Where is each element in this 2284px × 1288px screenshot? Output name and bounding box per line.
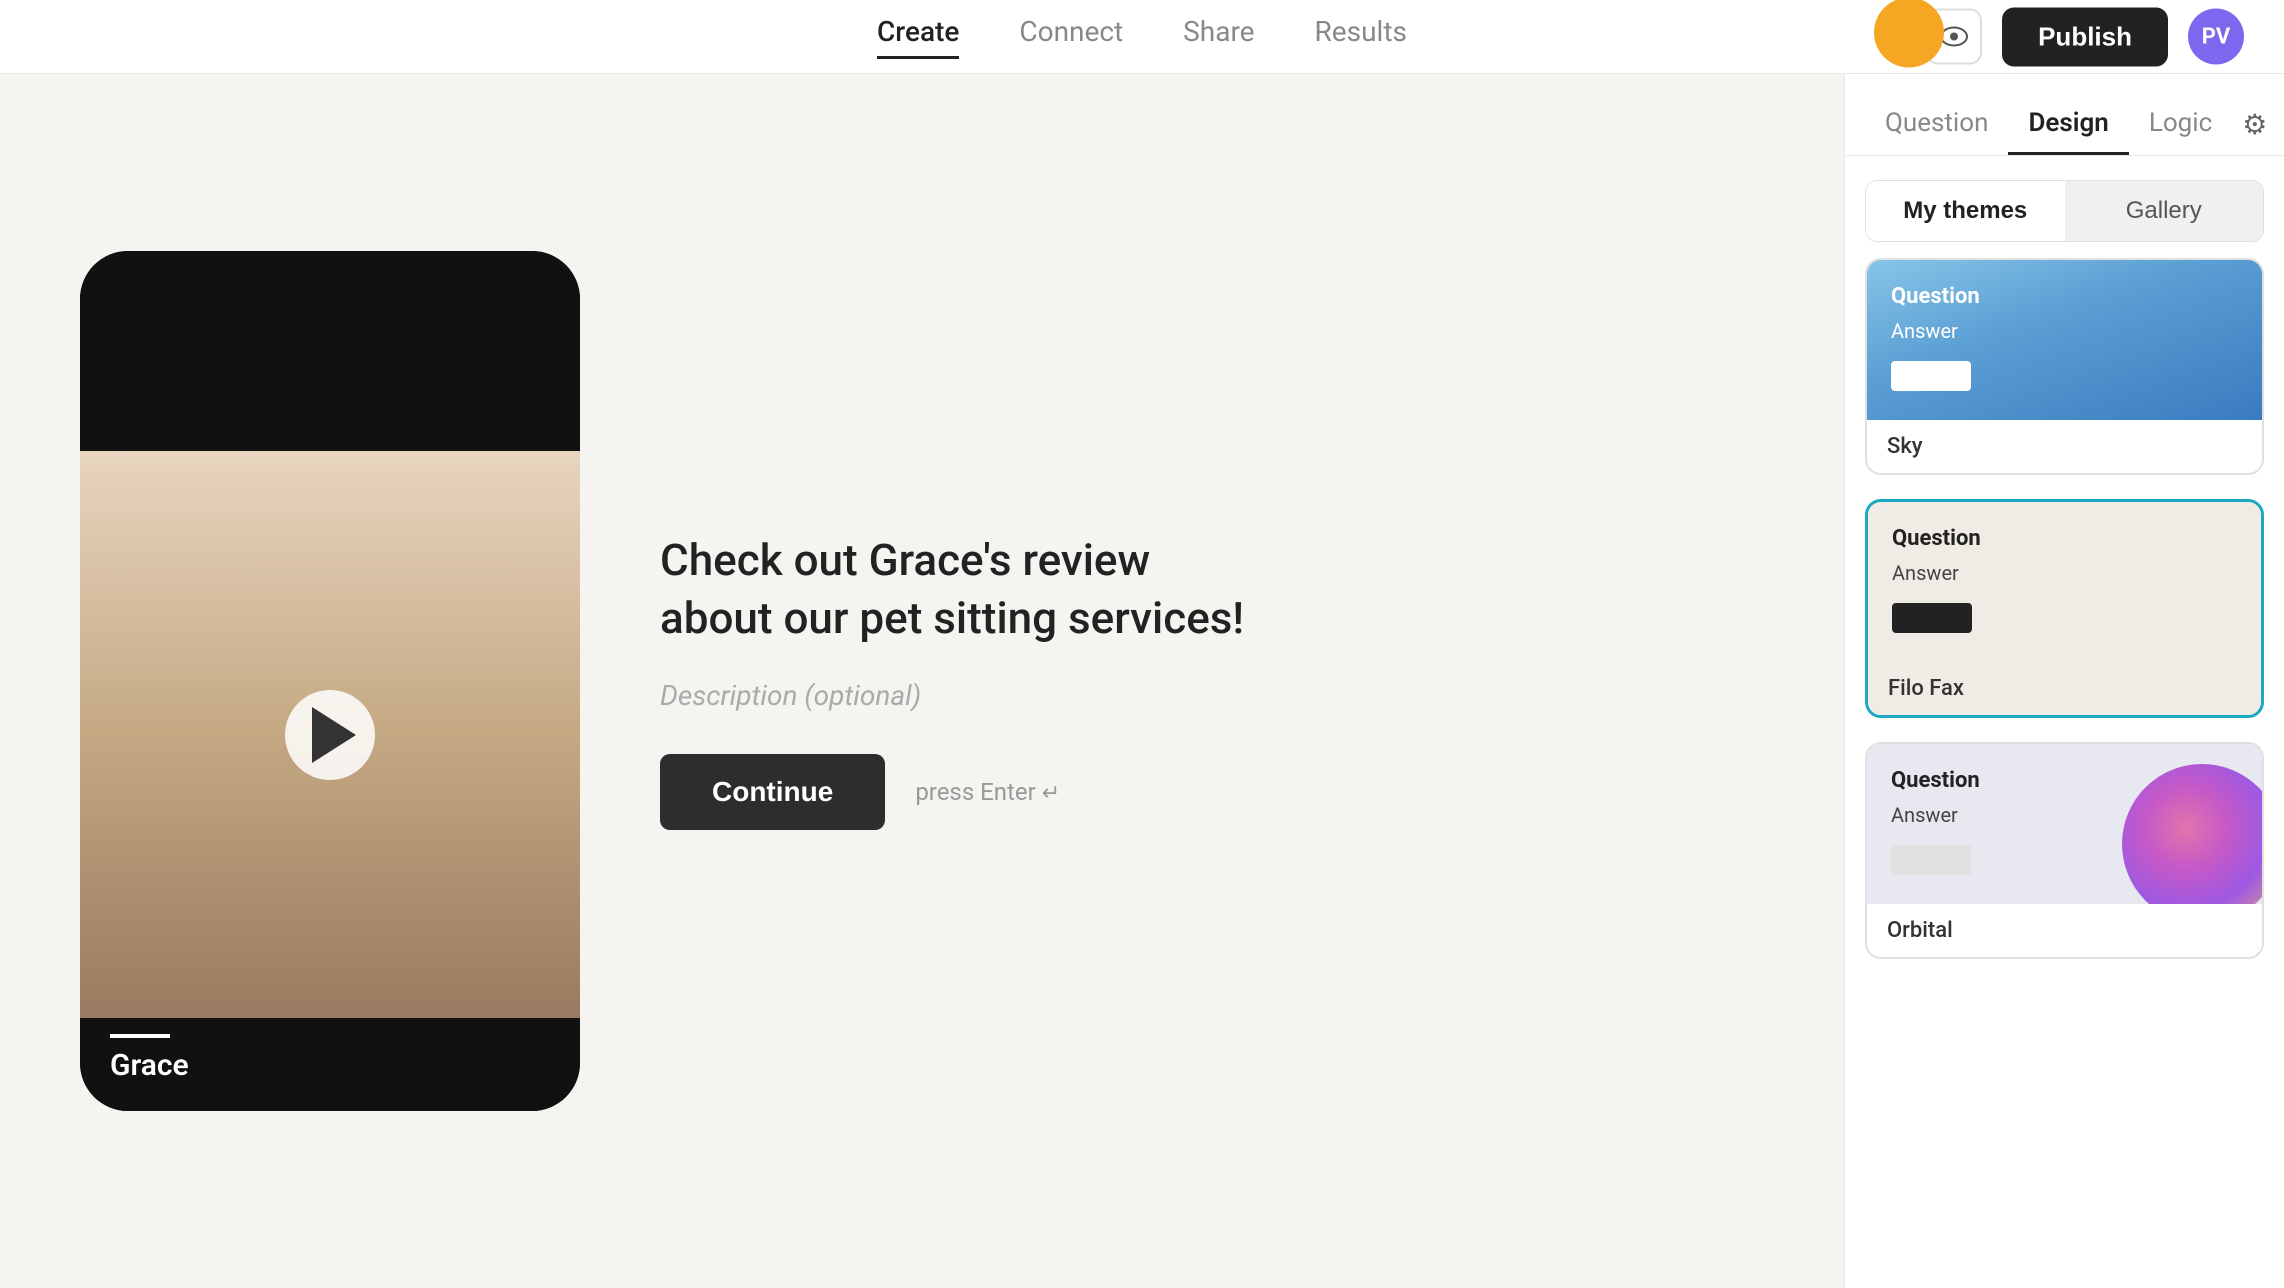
my-themes-button[interactable]: My themes <box>1866 181 2065 241</box>
orbital-btn-demo <box>1891 845 1971 875</box>
form-description: Description (optional) <box>660 679 1260 712</box>
sky-theme-label: Sky <box>1867 420 2262 473</box>
theme-cards: Question Answer Sky Question Answer Filo… <box>1845 258 2284 989</box>
gear-icon[interactable]: ⚙ <box>2232 98 2277 151</box>
enter-key-icon: ↵ <box>1042 781 1060 806</box>
form-actions: Continue press Enter ↵ <box>660 754 1260 830</box>
sky-question-label: Question <box>1891 284 2238 309</box>
theme-preview-sky: Question Answer <box>1867 260 2262 420</box>
main-body: Grace Check out Grace's review about our… <box>0 74 2284 1288</box>
phone-person-name: Grace <box>110 1048 550 1083</box>
theme-preview-orbital: Question Answer <box>1867 744 2262 904</box>
nav-right: Publish PV <box>1926 7 2244 66</box>
phone-bottom: Grace <box>80 1018 580 1111</box>
sidebar-tab-design[interactable]: Design <box>2008 94 2128 155</box>
play-button[interactable] <box>285 690 375 780</box>
nav-tab-results[interactable]: Results <box>1315 15 1407 59</box>
notification-badge <box>1874 0 1944 67</box>
filo-theme-label: Filo Fax <box>1868 662 2261 715</box>
phone-top <box>80 251 580 451</box>
phone-mockup: Grace <box>80 251 580 1111</box>
filo-btn-demo <box>1892 603 1972 633</box>
avatar[interactable]: PV <box>2188 9 2244 65</box>
phone-video <box>80 451 580 1018</box>
nav-tab-share[interactable]: Share <box>1183 15 1254 59</box>
phone-name-line <box>110 1034 170 1038</box>
theme-preview-filo-fax: Question Answer <box>1868 502 2261 662</box>
filo-answer-label: Answer <box>1892 561 2237 585</box>
form-title: Check out Grace's review about our pet s… <box>660 532 1260 646</box>
publish-button[interactable]: Publish <box>2002 7 2168 66</box>
sidebar-tab-logic[interactable]: Logic <box>2129 94 2232 155</box>
right-sidebar: Question Design Logic ⚙ My themes Galler… <box>1844 74 2284 1288</box>
press-enter-text: press Enter ↵ <box>915 778 1060 806</box>
sidebar-tab-question[interactable]: Question <box>1865 94 2008 155</box>
play-icon <box>312 707 356 763</box>
nav-tabs: Create Connect Share Results <box>877 15 1407 59</box>
nav-tab-create[interactable]: Create <box>877 15 959 59</box>
orbital-theme-label: Orbital <box>1867 904 2262 957</box>
nav-tab-connect[interactable]: Connect <box>1019 15 1123 59</box>
filo-question-label: Question <box>1892 526 2237 551</box>
theme-card-sky[interactable]: Question Answer Sky <box>1865 258 2264 475</box>
sky-answer-label: Answer <box>1891 319 2238 343</box>
continue-button[interactable]: Continue <box>660 754 885 830</box>
sky-btn-demo <box>1891 361 1971 391</box>
top-nav: Create Connect Share Results Publish PV <box>0 0 2284 74</box>
content-area: Grace Check out Grace's review about our… <box>0 74 1844 1288</box>
theme-card-orbital[interactable]: Question Answer Orbital <box>1865 742 2264 959</box>
form-content: Check out Grace's review about our pet s… <box>660 532 1260 829</box>
sidebar-tabs: Question Design Logic ⚙ <box>1845 74 2284 156</box>
theme-card-filo-fax[interactable]: Question Answer Filo Fax <box>1865 499 2264 718</box>
theme-toggle: My themes Gallery <box>1865 180 2264 242</box>
gallery-button[interactable]: Gallery <box>2065 181 2264 241</box>
